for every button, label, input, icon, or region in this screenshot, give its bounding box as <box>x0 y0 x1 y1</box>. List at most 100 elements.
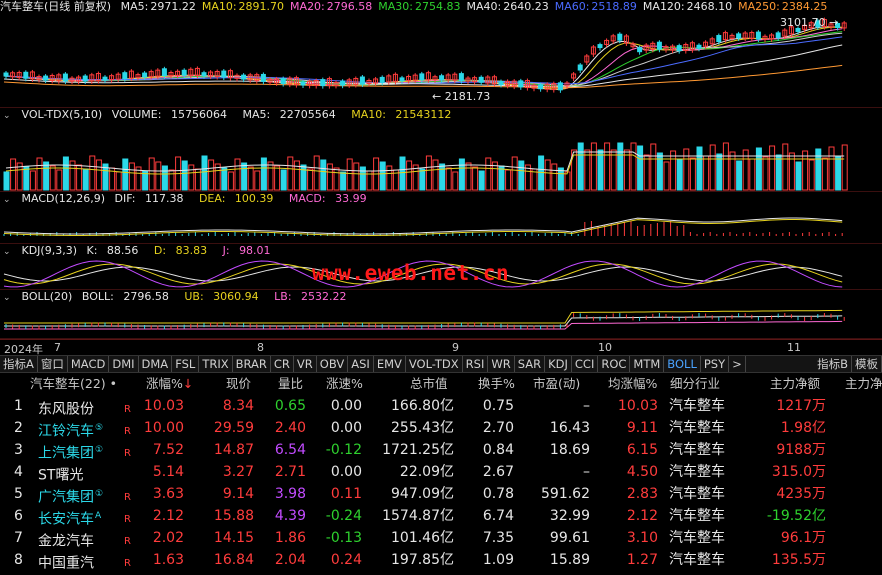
tab-obv[interactable]: OBV <box>317 356 349 372</box>
tab-wr[interactable]: WR <box>488 356 515 372</box>
volume-bar <box>505 169 512 191</box>
table-row[interactable]: 7 金龙汽车 R 2.02 14.15 1.86 -0.13 101.46亿 7.35 99.61… <box>0 527 882 550</box>
volume-bar <box>293 160 300 191</box>
col-net-header[interactable]: 主力净额 <box>770 373 820 395</box>
volume-bar <box>729 151 736 191</box>
tab-sar[interactable]: SAR <box>515 356 546 372</box>
cell-industry: 汽车整车 <box>669 442 725 458</box>
kdj-panel[interactable]: ⌄ KDJ(9,3,3) K: 88.56 D: 83.83 J: 98.01 … <box>0 244 882 290</box>
tab-vr[interactable]: VR <box>294 356 317 372</box>
tab-vol-tdx[interactable]: VOL-TDX <box>406 356 463 372</box>
table-row[interactable]: 5 广汽集团① R 3.63 9.14 3.98 0.11 947.09亿 0.78 591.62… <box>0 483 882 506</box>
chevron-down-icon[interactable]: ⌄ <box>3 193 15 207</box>
candle <box>280 78 286 85</box>
cell-avg_change: 1.27 <box>626 552 658 568</box>
table-row[interactable]: 6 长安汽车A R 2.12 15.88 4.39 -0.24 1574.87亿 6.74 32.… <box>0 505 882 528</box>
table-row[interactable]: 2 江铃汽车⑤ R 10.00 29.59 2.40 0.00 255.43亿 2.70 16.4… <box>0 417 882 440</box>
tab-cci[interactable]: CCI <box>572 356 599 372</box>
candle <box>82 75 88 82</box>
candle <box>498 81 504 86</box>
candle <box>122 72 128 80</box>
chevron-down-icon[interactable]: ⌄ <box>3 245 15 259</box>
tab-指标b[interactable]: 指标B <box>814 356 852 372</box>
candle <box>43 75 49 81</box>
cell-pe: 32.99 <box>549 508 590 524</box>
candle <box>359 76 365 85</box>
macd-chart[interactable] <box>0 206 882 244</box>
col-avgchange-header[interactable]: 均涨幅% <box>608 373 657 395</box>
tab-boll[interactable]: BOLL <box>664 356 701 372</box>
tab-模板[interactable]: 模板 <box>852 356 882 372</box>
volume-panel[interactable]: ⌄ VOL-TDX(5,10) VOLUME: 15756064 MA5: 22… <box>0 108 882 192</box>
tab-rsi[interactable]: RSI <box>463 356 489 372</box>
tab-fsl[interactable]: FSL <box>172 356 200 372</box>
volume-bar <box>709 144 716 191</box>
table-row[interactable]: 8 中国重汽 R 1.63 16.84 2.04 0.24 197.85亿 1.09 15.89 1… <box>0 549 882 572</box>
cell-mcap: 197.85亿 <box>391 552 454 568</box>
table-row[interactable]: 3 上汽集团① R 7.52 14.87 6.54 -0.12 1721.25亿 0.84 18.… <box>0 439 882 462</box>
volume-chart[interactable] <box>0 122 882 192</box>
chevron-down-icon[interactable]: ⌄ <box>3 109 15 123</box>
tab-mtm[interactable]: MTM <box>630 356 665 372</box>
tab-emv[interactable]: EMV <box>374 356 406 372</box>
boll-band-line <box>4 315 843 327</box>
col-pe-header[interactable]: 市盈(动) <box>533 373 580 395</box>
cell-avg_change: 2.83 <box>626 486 658 502</box>
volume-bar <box>399 156 406 191</box>
tab-dmi[interactable]: DMI <box>109 356 139 372</box>
date-axis-month: 8 <box>257 341 264 354</box>
tab-brar[interactable]: BRAR <box>233 356 271 372</box>
tab-kdj[interactable]: KDJ <box>545 356 572 372</box>
candle <box>399 77 405 82</box>
tab-psy[interactable]: PSY <box>701 356 730 372</box>
tab-asi[interactable]: ASI <box>348 356 374 372</box>
table-row[interactable]: 4 ST曙光 5.14 3.27 2.71 0.00 22.09亿 2.67–4.50 汽车整车… <box>0 461 882 484</box>
cell-net: 315.0万 <box>771 464 826 480</box>
col-price-header[interactable]: 现价 <box>226 373 251 395</box>
tab-trix[interactable]: TRIX <box>199 356 233 372</box>
tab-macd[interactable]: MACD <box>68 356 110 372</box>
candle <box>439 75 445 81</box>
cell-vol_ratio: 2.04 <box>274 552 306 568</box>
col-turnover-header[interactable]: 换手% <box>478 373 515 395</box>
volume-bar <box>775 154 782 191</box>
tab-窗口[interactable]: 窗口 <box>38 356 68 372</box>
tab-roc[interactable]: ROC <box>598 356 631 372</box>
cell-change: 10.03 <box>143 398 184 414</box>
col-industry-header[interactable]: 细分行业 <box>670 373 720 395</box>
table-row[interactable]: 1 东风股份 R 10.03 8.34 0.65 0.00 166.80亿 0.75–10.03… <box>0 395 882 418</box>
cell-speed: -0.13 <box>325 530 362 546</box>
volume-bar <box>89 155 96 191</box>
kline-title: 汽车整车(日线 前复权) <box>0 0 112 13</box>
tab-more[interactable]: > <box>729 356 746 372</box>
kline-panel[interactable]: 汽车整车(日线 前复权) MA5: 2971.22 MA10: 2891.70 MA20… <box>0 0 882 108</box>
volume-bar <box>689 157 696 191</box>
chevron-down-icon[interactable]: ⌄ <box>3 291 15 305</box>
volume-bar <box>201 155 208 191</box>
cell-change: 10.00 <box>143 420 184 436</box>
cell-mcap: 255.43亿 <box>391 420 454 436</box>
cell-industry: 汽车整车 <box>669 508 725 524</box>
volume-bar <box>168 169 175 191</box>
volume-bar <box>419 168 426 191</box>
col-speed-header[interactable]: 涨速% <box>326 373 363 395</box>
col-volratio-header[interactable]: 量比 <box>278 373 303 395</box>
macd-panel[interactable]: ⌄ MACD(12,26,9) DIF: 117.38 DEA: 100.39 … <box>0 192 882 244</box>
tab-指标a[interactable]: 指标A <box>0 356 38 372</box>
volume-bar <box>623 149 630 191</box>
tab-dma[interactable]: DMA <box>139 356 173 372</box>
col-name-header[interactable]: 汽车整车(22) • <box>30 373 117 395</box>
candle <box>538 84 544 90</box>
boll-chart[interactable] <box>0 304 882 339</box>
volume-header: ⌄ VOL-TDX(5,10) VOLUME: 15756064 MA5: 22… <box>3 108 452 123</box>
boll-panel[interactable]: ⌄ BOLL(20) BOLL: 2796.58 UB: 3060.94 LB:… <box>0 290 882 339</box>
cell-vol_ratio: 3.98 <box>274 486 306 502</box>
volume-bar <box>610 149 617 191</box>
col-net2-header[interactable]: 主力净 <box>845 373 882 395</box>
col-mcap-header[interactable]: 总市值 <box>410 373 448 395</box>
col-change-header[interactable]: 涨幅%↓ <box>146 373 193 395</box>
stock-name[interactable]: 中国重汽 <box>38 549 95 575</box>
stock-table[interactable]: 汽车整车(22) • 涨幅%↓ 现价 量比 涨速% 总市值 换手% 市盈(动) … <box>0 373 882 575</box>
cell-pe: 18.69 <box>549 442 590 458</box>
tab-cr[interactable]: CR <box>271 356 294 372</box>
